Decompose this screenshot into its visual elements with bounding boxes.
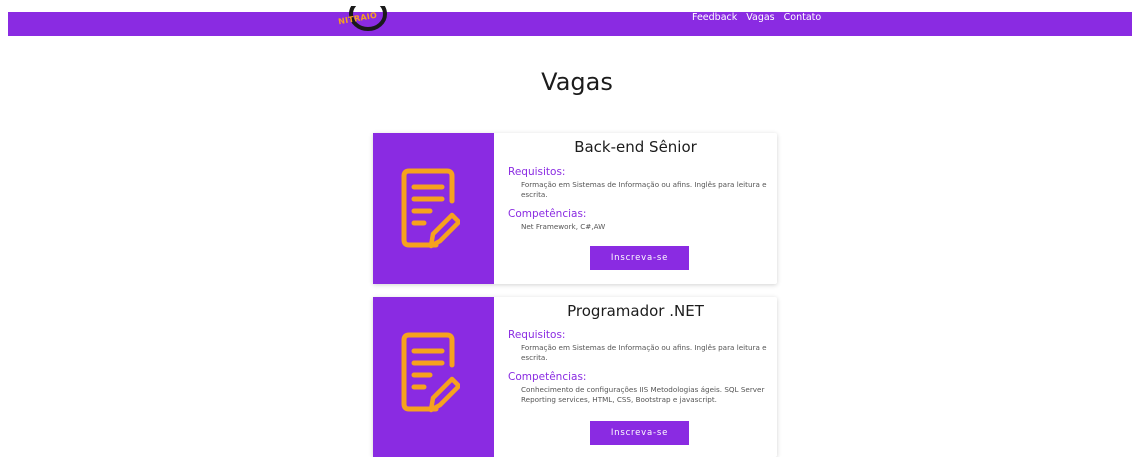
requirements-label: Requisitos: [508,166,566,178]
logo[interactable]: NITRAIO [332,6,390,36]
skills-text: Conhecimento de configurações IIS Metodo… [521,385,765,404]
apply-button[interactable]: Inscreva-se [590,246,689,270]
job-title: Programador .NET [567,302,704,320]
apply-button[interactable]: Inscreva-se [590,421,689,445]
skills-label: Competências: [508,371,587,383]
job-card-icon-panel [373,133,494,284]
skills-label: Competências: [508,208,587,220]
requirements-text: Formação em Sistemas de Informação ou af… [521,180,767,199]
page-title: Vagas [541,68,613,96]
document-edit-icon [401,332,460,413]
top-navbar: NITRAIO Feedback Vagas Contato [8,6,1132,36]
requirements-text: Formação em Sistemas de Informação ou af… [521,343,767,362]
requirements-label: Requisitos: [508,329,566,341]
job-card: Programador .NET Requisitos: Formação em… [373,297,777,457]
skills-text: Net Framework, C#,AW [521,222,606,231]
main-nav: Feedback Vagas Contato [692,12,821,26]
document-edit-icon [401,168,460,249]
nav-link-vagas[interactable]: Vagas [746,12,774,26]
nav-link-feedback[interactable]: Feedback [692,12,737,26]
nav-link-contato[interactable]: Contato [784,12,822,26]
job-title: Back-end Sênior [574,138,697,156]
job-card: Back-end Sênior Requisitos: Formação em … [373,133,777,284]
job-card-icon-panel [373,297,494,457]
